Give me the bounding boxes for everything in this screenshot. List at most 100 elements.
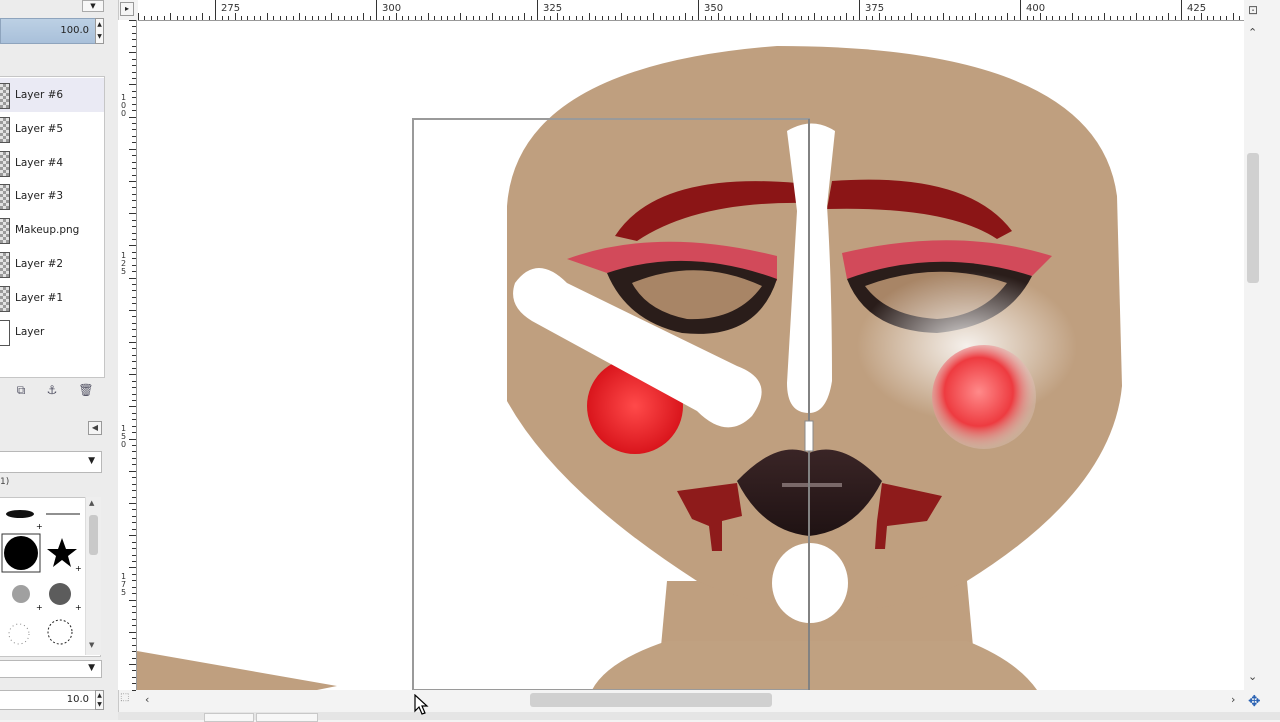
ruler-tick: [646, 16, 648, 20]
opacity-stepper[interactable]: ▲ ▼: [95, 18, 104, 44]
ruler-tick: [1181, 0, 1183, 20]
spacing-stepper[interactable]: ▲ ▼: [95, 690, 104, 710]
ruler-tick: [132, 322, 136, 324]
ruler-tick: [968, 16, 970, 20]
ruler-tick: [132, 689, 136, 691]
ruler-tick: [743, 16, 745, 20]
scroll-right-icon[interactable]: ›: [1231, 693, 1235, 706]
ruler-tick: [132, 77, 136, 79]
ruler-tick: [132, 219, 136, 221]
ruler-tick: [1033, 16, 1035, 20]
horizontal-scroll-thumb[interactable]: [530, 693, 772, 707]
ruler-tick: [1084, 16, 1086, 20]
ruler-tick: [569, 16, 571, 20]
trash-icon[interactable]: 🗑: [78, 382, 94, 398]
layer-thumbnail: [0, 116, 10, 143]
ruler-tick: [132, 284, 136, 286]
vertical-ruler[interactable]: 100 125 150 175: [118, 20, 137, 691]
ruler-tick: [1110, 16, 1112, 20]
ruler-tick: [1187, 16, 1189, 20]
chevron-down-icon: ▼: [88, 456, 95, 466]
brush-filter-dropdown[interactable]: ▼: [0, 451, 102, 473]
ruler-tick: [923, 16, 925, 20]
ruler-tick: [962, 16, 964, 20]
layer-name: Layer #1: [15, 291, 64, 304]
scroll-up-icon[interactable]: ▲: [89, 499, 94, 507]
brush-scroll-thumb[interactable]: [89, 515, 98, 555]
collar: [592, 641, 1037, 690]
ruler-tick: [195, 16, 197, 20]
ruler-tick: [129, 567, 136, 569]
ruler-tick: [132, 528, 136, 530]
horizontal-ruler[interactable]: 275 300 325 350 375 400 425: [138, 0, 1244, 21]
brush-ellipse: [6, 510, 34, 518]
ruler-label: 325: [543, 3, 563, 14]
ruler-tick: [132, 560, 136, 562]
vertical-scrollbar[interactable]: ⌃ ⌄: [1244, 20, 1266, 690]
ruler-tick: [440, 16, 442, 20]
layer-row[interactable]: Layer #2: [0, 247, 104, 281]
ruler-tick: [614, 16, 616, 20]
status-tab[interactable]: [256, 713, 318, 722]
layer-row[interactable]: Layer #3: [0, 179, 104, 213]
layer-row[interactable]: Layer #1: [0, 281, 104, 315]
scroll-down-icon[interactable]: ⌄: [1248, 670, 1257, 683]
ruler-tick: [129, 52, 136, 54]
vertical-scroll-thumb[interactable]: [1247, 153, 1259, 283]
ruler-tick: [279, 16, 281, 20]
navigate-icon[interactable]: ✥: [1248, 692, 1261, 710]
ruler-tick: [865, 16, 867, 20]
ruler-tick: [672, 16, 674, 20]
anchor-icon[interactable]: ⚓: [44, 382, 60, 398]
ruler-tick: [132, 232, 136, 234]
ruler-tick: [247, 16, 249, 20]
zoom-to-window-icon[interactable]: ⊡: [1248, 3, 1258, 17]
ruler-tick: [132, 412, 136, 414]
scroll-up-icon[interactable]: ⌃: [1248, 26, 1257, 39]
layer-name: Layer #6: [15, 89, 64, 101]
ruler-tick: [414, 16, 416, 20]
brush-plus: +: [75, 603, 82, 612]
layer-row[interactable]: Layer #4: [0, 146, 104, 180]
layer-row[interactable]: Layer #6: [0, 78, 104, 112]
cursor-shape: [414, 694, 429, 715]
ruler-tick: [132, 670, 136, 672]
status-tab[interactable]: [204, 713, 254, 722]
ruler-tick: [1000, 16, 1002, 20]
ruler-tick: [129, 631, 136, 633]
ruler-tick: [132, 58, 136, 60]
horizontal-scrollbar[interactable]: ‹ ›: [137, 690, 1244, 712]
ruler-tick: [1046, 16, 1048, 20]
ruler-tick: [724, 16, 726, 20]
ruler-tick: [788, 16, 790, 20]
ruler-tick: [1232, 13, 1234, 20]
ruler-tick: [129, 664, 136, 665]
brush-spray-1: [12, 585, 30, 603]
ruler-tick: [1104, 13, 1105, 20]
image-canvas[interactable]: [137, 21, 1244, 690]
spacing-input[interactable]: 10.0: [0, 690, 96, 710]
brush-option-dropdown[interactable]: ▼: [0, 660, 102, 678]
ruler-tick: [447, 16, 449, 20]
brush-scrollbar[interactable]: ▲ ▼: [85, 497, 101, 655]
ruler-label: 400: [1026, 3, 1046, 14]
layer-row[interactable]: Layer: [0, 315, 104, 349]
ruler-tick: [150, 16, 152, 20]
layer-row[interactable]: Makeup.png: [0, 213, 104, 247]
layer-row[interactable]: Layer #5: [0, 112, 104, 146]
ruler-tick: [132, 264, 136, 266]
mode-dropdown-chevron-icon[interactable]: ▼: [82, 0, 104, 12]
menu-corner-icon[interactable]: ▸: [120, 2, 134, 16]
ruler-tick: [917, 16, 919, 20]
scroll-down-icon[interactable]: ▼: [89, 641, 94, 649]
duplicate-layer-icon[interactable]: ⧉: [13, 382, 29, 398]
ruler-tick: [1058, 16, 1060, 20]
right-blush: [932, 345, 1036, 449]
scroll-left-icon[interactable]: ‹: [145, 693, 149, 706]
status-bar: [118, 712, 1280, 722]
opacity-input[interactable]: 100.0: [0, 18, 96, 44]
collapse-arrow-icon[interactable]: ◀: [88, 421, 102, 435]
quick-mask-icon[interactable]: ⬚: [120, 692, 129, 703]
ruler-tick: [601, 16, 603, 20]
ruler-tick: [129, 438, 136, 440]
